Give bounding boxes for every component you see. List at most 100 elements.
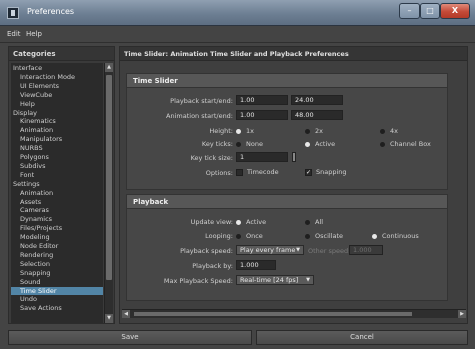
- playback-start-end-label: Playback start/end:: [170, 97, 233, 105]
- category-item[interactable]: Animation: [20, 189, 53, 197]
- key-ticks-active-radio[interactable]: Active: [305, 140, 335, 148]
- other-speed-label: Other speed:: [308, 247, 351, 255]
- category-item[interactable]: Subdivs: [20, 162, 46, 170]
- key-tick-size-field[interactable]: 1: [236, 152, 288, 162]
- playback-by-field[interactable]: 1.000: [236, 260, 276, 270]
- category-item[interactable]: Time Slider: [11, 286, 103, 295]
- category-item-label: Modeling: [20, 233, 50, 242]
- max-playback-speed-label: Max Playback Speed:: [163, 277, 233, 285]
- category-item[interactable]: Settings: [13, 180, 40, 188]
- category-item[interactable]: Save Actions: [20, 304, 62, 312]
- category-item-label: Kinematics: [20, 117, 56, 126]
- height-4x-radio[interactable]: 4x: [380, 127, 398, 135]
- scroll-down-icon[interactable]: ▼: [105, 314, 113, 323]
- playback-header[interactable]: Playback: [127, 195, 447, 209]
- category-item-label: Subdivs: [20, 161, 46, 170]
- update-view-all-radio[interactable]: All: [305, 218, 323, 226]
- category-item-label: Node Editor: [20, 242, 59, 250]
- horizontal-scroll-thumb[interactable]: [134, 312, 412, 316]
- category-item-label: Manipulators: [20, 135, 63, 144]
- scroll-right-icon[interactable]: ▶: [458, 310, 466, 318]
- category-item[interactable]: Undo: [20, 295, 37, 303]
- category-item-label: Snapping: [20, 268, 51, 277]
- category-item-label: Interface: [13, 64, 43, 72]
- category-item[interactable]: Snapping: [20, 269, 51, 277]
- category-item[interactable]: NURBS: [20, 144, 43, 152]
- time-slider-header[interactable]: Time Slider: [127, 74, 447, 88]
- category-item-label: Dynamics: [20, 215, 53, 224]
- key-ticks-none-radio[interactable]: None: [236, 140, 263, 148]
- looping-label: Looping:: [205, 232, 233, 240]
- category-item[interactable]: Dynamics: [20, 215, 52, 223]
- menu-bar: Edit Help: [0, 26, 475, 43]
- category-item[interactable]: Modeling: [20, 233, 50, 241]
- category-item[interactable]: Sound: [20, 278, 40, 286]
- horizontal-scrollbar[interactable]: ◀ ▶: [122, 309, 466, 318]
- key-tick-size-slider[interactable]: [292, 152, 296, 162]
- category-item[interactable]: Selection: [20, 260, 50, 268]
- category-item[interactable]: Font: [20, 171, 34, 179]
- scroll-thumb[interactable]: [106, 75, 112, 280]
- category-item[interactable]: Kinematics: [20, 117, 56, 125]
- categories-list[interactable]: Interface Interaction Mode UI Elements View…: [11, 63, 103, 323]
- category-item[interactable]: Animation: [20, 126, 53, 134]
- close-button[interactable]: X: [440, 3, 470, 19]
- height-1x-radio[interactable]: 1x: [236, 127, 254, 135]
- cancel-button[interactable]: Cancel: [256, 330, 468, 345]
- category-item[interactable]: ViewCube: [20, 91, 52, 99]
- category-item-label: Save Actions: [20, 304, 62, 313]
- category-item[interactable]: UI Elements: [20, 82, 59, 90]
- timecode-checkbox[interactable]: Timecode: [236, 168, 279, 176]
- minimize-button[interactable]: –: [399, 3, 420, 19]
- animation-start-end-label: Animation start/end:: [166, 112, 233, 120]
- maximize-button[interactable]: □: [420, 3, 440, 19]
- chevron-down-icon: ▼: [296, 247, 300, 253]
- other-speed-field[interactable]: 1.000: [349, 245, 383, 255]
- looping-continuous-radio[interactable]: Continuous: [372, 232, 419, 240]
- category-item[interactable]: Manipulators: [20, 135, 62, 143]
- preferences-panel: Time Slider: Animation Time Slider and P…: [119, 46, 468, 324]
- category-item[interactable]: Interaction Mode: [20, 73, 75, 81]
- playback-speed-dropdown[interactable]: Play every frame ▼: [236, 245, 304, 255]
- categories-panel: Categories Interface Interaction Mode UI E…: [8, 46, 115, 324]
- playback-end-field[interactable]: 24.00: [291, 95, 343, 105]
- category-item[interactable]: Rendering: [20, 251, 53, 259]
- window-title: Preferences: [27, 7, 75, 16]
- max-playback-speed-dropdown[interactable]: Real-time [24 fps] ▼: [236, 275, 314, 285]
- category-item-label: Time Slider: [20, 286, 57, 295]
- playback-frame: Playback Update view: Active All Looping…: [126, 194, 448, 301]
- animation-end-field[interactable]: 48.00: [291, 110, 343, 120]
- category-item[interactable]: Node Editor: [20, 242, 58, 250]
- playback-start-field[interactable]: 1.00: [236, 95, 288, 105]
- title-bar: Preferences – □ X: [0, 0, 475, 26]
- category-item[interactable]: Assets: [20, 198, 41, 206]
- snapping-checkbox[interactable]: ✓ Snapping: [305, 168, 347, 176]
- height-2x-radio[interactable]: 2x: [305, 127, 323, 135]
- categories-scrollbar[interactable]: ▲ ▼: [104, 63, 113, 323]
- key-tick-size-label: Key tick size:: [190, 154, 233, 162]
- save-button[interactable]: Save: [8, 330, 252, 345]
- menu-edit[interactable]: Edit: [7, 30, 21, 38]
- category-item-label: Display: [13, 108, 37, 117]
- category-item[interactable]: Display: [13, 109, 37, 117]
- category-item-label: NURBS: [20, 144, 43, 153]
- update-view-active-radio[interactable]: Active: [236, 218, 266, 226]
- category-item[interactable]: Cameras: [20, 206, 49, 214]
- category-item-label: Settings: [13, 179, 40, 188]
- category-item-label: UI Elements: [20, 81, 60, 90]
- category-item-label: Help: [20, 99, 35, 108]
- looping-once-radio[interactable]: Once: [236, 232, 263, 240]
- menu-help[interactable]: Help: [26, 30, 42, 38]
- category-item[interactable]: Files/Projects: [20, 224, 62, 232]
- scroll-left-icon[interactable]: ◀: [122, 310, 130, 318]
- category-item-label: Assets: [20, 197, 42, 206]
- looping-oscillate-radio[interactable]: Oscillate: [305, 232, 343, 240]
- key-ticks-channel-box-radio[interactable]: Channel Box: [380, 140, 431, 148]
- category-item[interactable]: Help: [20, 100, 35, 108]
- animation-start-field[interactable]: 1.00: [236, 110, 288, 120]
- app-icon: [7, 7, 19, 19]
- scroll-up-icon[interactable]: ▲: [105, 63, 113, 72]
- category-item[interactable]: Polygons: [20, 153, 49, 161]
- category-item-label: Cameras: [20, 206, 49, 215]
- category-item[interactable]: Interface: [13, 64, 42, 72]
